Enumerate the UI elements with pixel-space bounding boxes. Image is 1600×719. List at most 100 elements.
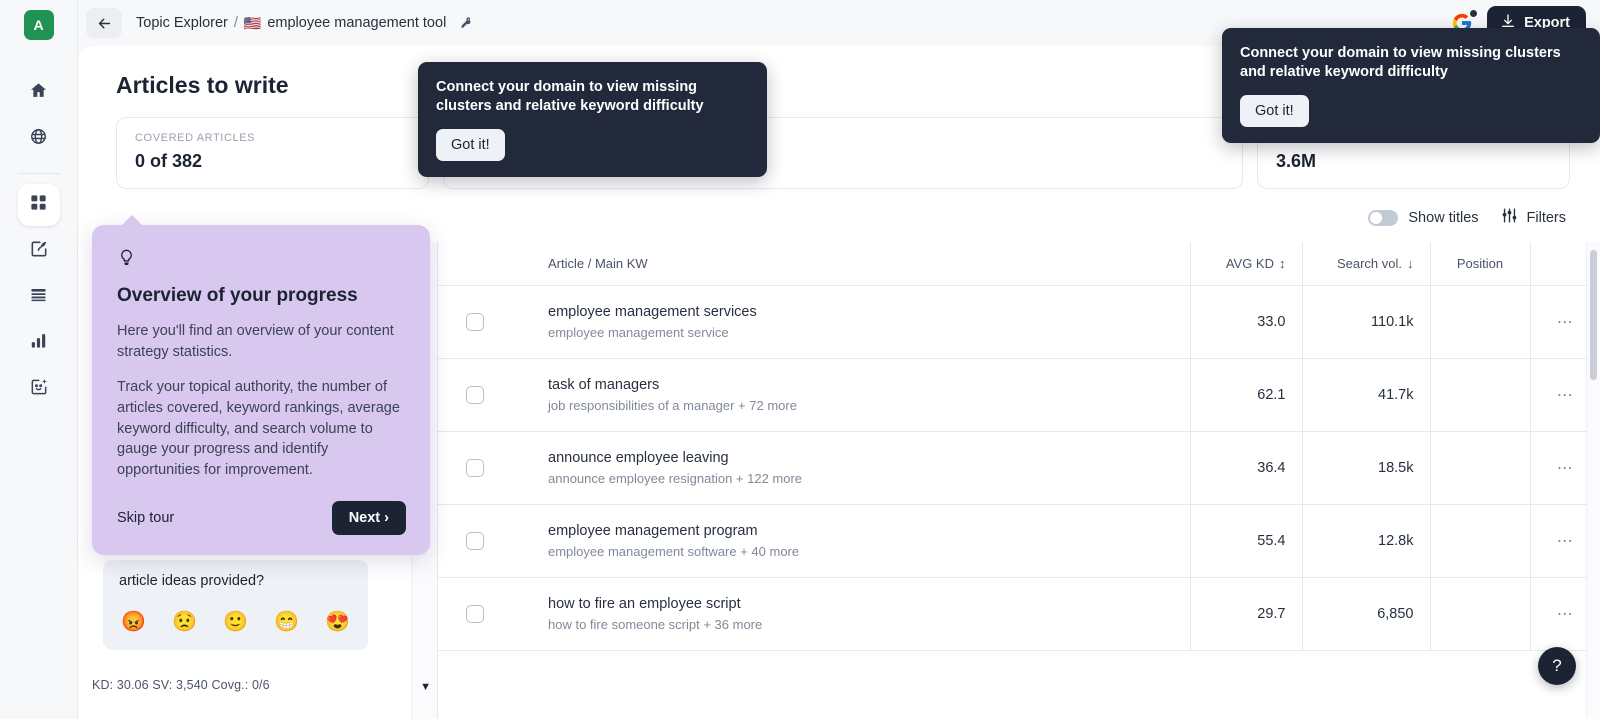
row-select-cell [438,286,512,359]
grid-icon [29,193,48,217]
row-keyword-cell: how to fire an employee script how to fi… [512,578,1190,651]
breadcrumb-root[interactable]: Topic Explorer [136,15,228,31]
tour-next-button[interactable]: Next › [332,501,406,535]
filters-button[interactable]: Filters [1501,207,1566,229]
home-icon [29,81,48,105]
tooltip-text: Connect your domain to view missing clus… [436,78,749,115]
row-sv-value: 18.5k [1303,460,1430,476]
feedback-question: article ideas provided? [119,573,352,589]
row-sv-cell: 18.5k [1302,432,1430,505]
column-header-avg-kd[interactable]: AVG KD ↕ [1190,242,1302,286]
tour-title: Overview of your progress [117,285,406,307]
row-position-cell [1430,359,1530,432]
row-kd-value: 36.4 [1191,460,1302,476]
row-kd-cell: 29.7 [1190,578,1302,651]
row-kd-value: 62.1 [1191,387,1302,403]
breadcrumb: Topic Explorer / 🇺🇸 employee management … [136,15,472,31]
tooltip-text: Connect your domain to view missing clus… [1240,44,1582,81]
table-row[interactable]: employee management services employee ma… [438,286,1600,359]
row-sv-cell: 41.7k [1302,359,1430,432]
bar-chart-icon [29,331,48,355]
product-tour-popover: Overview of your progress Here you'll fi… [92,225,430,555]
emoji-angry-icon[interactable]: 😡 [121,609,146,634]
sidebar-item-topic-explorer[interactable] [18,184,60,226]
pen-write-icon [29,239,49,264]
filters-label: Filters [1527,210,1566,226]
table-header-row: Article / Main KW AVG KD ↕ Search vol. [438,242,1600,286]
row-checkbox[interactable] [466,605,484,623]
row-sv-value: 41.7k [1303,387,1430,403]
back-button[interactable] [86,8,122,38]
globe-icon [29,127,48,151]
keyword-table: Article / Main KW AVG KD ↕ Search vol. [438,242,1600,651]
column-header-article[interactable]: Article / Main KW [512,242,1190,286]
row-sv-cell: 6,850 [1302,578,1430,651]
table-scrollbar-thumb[interactable] [1590,250,1597,380]
row-keyword-cell: task of managers job responsibilities of… [512,359,1190,432]
row-checkbox[interactable] [466,459,484,477]
row-title: announce employee leaving [512,450,1190,466]
row-sv-value: 110.1k [1303,314,1430,330]
table-row[interactable]: employee management program employee man… [438,505,1600,578]
left-nav-rail: A [0,0,78,719]
sidebar-item-home[interactable] [18,72,60,114]
table-row[interactable]: how to fire an employee script how to fi… [438,578,1600,651]
table-body: employee management services employee ma… [438,286,1600,651]
feedback-emoji-row: 😡 😟 🙂 😁 😍 [119,609,352,634]
row-kd-cell: 33.0 [1190,286,1302,359]
row-subtitle: employee management service [512,325,1190,340]
row-title: task of managers [512,377,1190,393]
row-position-cell [1430,578,1530,651]
table-scrollbar[interactable] [1586,242,1600,719]
row-checkbox[interactable] [466,532,484,550]
help-button[interactable]: ? [1538,647,1576,685]
row-subtitle: announce employee resignation + 122 more [512,471,1190,486]
row-checkbox[interactable] [466,386,484,404]
breadcrumb-separator: / [234,15,238,31]
sidebar-item-content-list[interactable] [18,276,60,318]
avatar[interactable]: A [24,10,54,40]
row-kd-value: 33.0 [1191,314,1302,330]
column-header-search-vol[interactable]: Search vol. ↓ [1302,242,1430,286]
keyword-table-column: Article / Main KW AVG KD ↕ Search vol. [438,242,1600,719]
emoji-sad-icon[interactable]: 😟 [172,609,197,634]
row-select-cell [438,505,512,578]
row-sv-cell: 12.8k [1302,505,1430,578]
key-icon[interactable] [458,16,472,30]
rail-divider [18,173,60,174]
got-it-button[interactable]: Got it! [436,129,505,161]
row-position-cell [1430,505,1530,578]
toggle-switch[interactable] [1368,210,1398,226]
show-titles-label: Show titles [1408,210,1478,226]
scroll-down-arrow-icon[interactable]: ▼ [420,681,431,693]
tour-paragraph-1: Here you'll find an overview of your con… [117,321,406,363]
sidebar-item-globe[interactable] [18,118,60,160]
row-kd-cell: 36.4 [1190,432,1302,505]
sidebar-item-ai-assistant[interactable] [18,368,60,410]
got-it-button[interactable]: Got it! [1240,95,1309,127]
table-row[interactable]: task of managers job responsibilities of… [438,359,1600,432]
row-keyword-cell: employee management services employee ma… [512,286,1190,359]
row-keyword-cell: announce employee leaving announce emplo… [512,432,1190,505]
row-title: how to fire an employee script [512,596,1190,612]
row-checkbox[interactable] [466,313,484,331]
emoji-happy-icon[interactable]: 😁 [274,609,299,634]
emoji-neutral-icon[interactable]: 🙂 [223,609,248,634]
tour-paragraph-2: Track your topical authority, the number… [117,377,406,481]
stat-card-covered-articles: COVERED ARTICLES 0 of 382 [116,117,429,189]
show-titles-toggle[interactable]: Show titles [1368,210,1478,226]
row-subtitle: how to fire someone script + 36 more [512,617,1190,632]
table-row[interactable]: announce employee leaving announce emplo… [438,432,1600,505]
column-header-position[interactable]: Position [1430,242,1530,286]
app-root: A [0,0,1600,719]
sidebar-item-analytics[interactable] [18,322,60,364]
row-position-cell [1430,432,1530,505]
emoji-love-icon[interactable]: 😍 [325,609,350,634]
tooltip-connect-domain-topright: Connect your domain to view missing clus… [1222,28,1600,143]
sort-updown-icon: ↕ [1279,256,1286,271]
breadcrumb-current: employee management tool [267,15,446,31]
skip-tour-button[interactable]: Skip tour [117,510,174,526]
stat-value: 3.6M [1276,151,1551,172]
sidebar-item-writer[interactable] [18,230,60,272]
row-kd-cell: 55.4 [1190,505,1302,578]
